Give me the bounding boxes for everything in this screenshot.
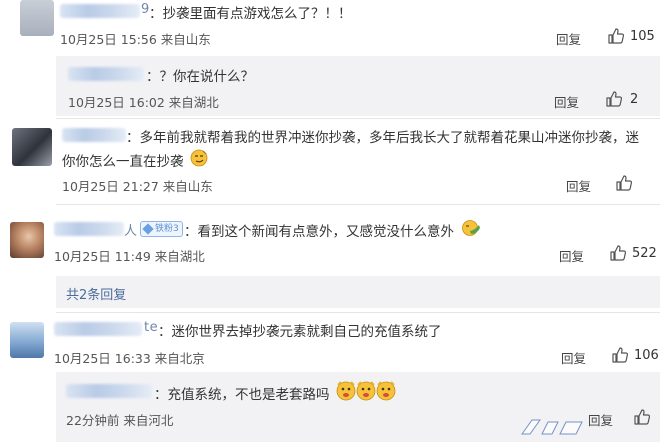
comment-text: ：迷你世界去掉抄袭元素就剩自己的充值系统了 (158, 324, 442, 340)
divider (56, 118, 660, 119)
reply-button[interactable]: 回复 (559, 246, 584, 265)
like-count: 105 (630, 29, 655, 44)
gem-icon (142, 223, 154, 235)
comment-text-line1: ：多年前我就帮着我的世界冲迷你抄袭，多年后我长大了就帮着花果山冲迷你抄袭，迷 (126, 130, 639, 146)
thumbs-up-icon[interactable] (612, 347, 628, 363)
avatar[interactable] (20, 0, 54, 36)
more-replies-bar (56, 276, 660, 308)
comment-text-line2: 你你怎么一直在抄袭 (62, 154, 184, 170)
thumbs-up-icon[interactable] (606, 91, 622, 107)
comment-time: 10月25日 21:27 来自山东 (62, 179, 213, 194)
smirk-emoji (190, 149, 208, 167)
avatar[interactable] (10, 222, 44, 258)
divider (56, 204, 660, 205)
comment-time: 10月25日 15:56 来自山东 (60, 32, 211, 47)
thumbs-up-icon[interactable] (634, 409, 650, 425)
thumbs-up-icon[interactable] (608, 28, 624, 44)
comment-time: 10月25日 11:49 来自湖北 (54, 249, 205, 264)
comment-time: 10月25日 16:33 来自北京 (54, 351, 205, 366)
reply-text: ：？你在说什么？ (146, 69, 254, 85)
reply-username[interactable] (66, 384, 152, 398)
reply-time: 22分钟前 来自河北 (66, 413, 174, 428)
thumbs-up-icon[interactable] (610, 245, 626, 261)
avatar[interactable] (12, 128, 52, 166)
comment-text: ：看到这个新闻有点意外，又感觉没什么意外 (184, 224, 454, 240)
username[interactable] (62, 128, 126, 142)
fan-badge[interactable]: 铁粉3 (140, 221, 183, 237)
reply-button[interactable]: 回复 (554, 92, 579, 111)
facepalm-emoji (462, 220, 480, 236)
username[interactable] (54, 322, 142, 336)
divider (56, 312, 660, 313)
username-tail[interactable]: 人 (124, 220, 138, 239)
like-count: 522 (632, 246, 657, 261)
username-tail[interactable]: te (144, 320, 158, 335)
like-count: 2 (630, 92, 639, 107)
avatar[interactable] (10, 322, 44, 358)
cheeky-emoji (336, 381, 396, 401)
reply-username[interactable] (68, 67, 144, 81)
like-count: 106 (634, 348, 659, 363)
username[interactable] (54, 222, 124, 236)
more-replies-link[interactable]: 共2条回复 (66, 284, 126, 303)
reply-button[interactable]: 回复 (588, 410, 613, 429)
reply-button[interactable]: 回复 (556, 29, 581, 48)
reply-text: ：充值系统，不也是老套路吗 (154, 387, 330, 403)
reply-button[interactable]: 回复 (566, 176, 591, 195)
reply-button[interactable]: 回复 (561, 348, 586, 367)
comment-text: ：抄袭里面有点游戏怎么了？！！ (149, 6, 352, 22)
watermark-logo (521, 419, 583, 435)
reply-time: 10月25日 16:02 来自湖北 (68, 95, 219, 110)
username[interactable] (60, 4, 140, 18)
thumbs-up-icon[interactable] (616, 175, 632, 191)
